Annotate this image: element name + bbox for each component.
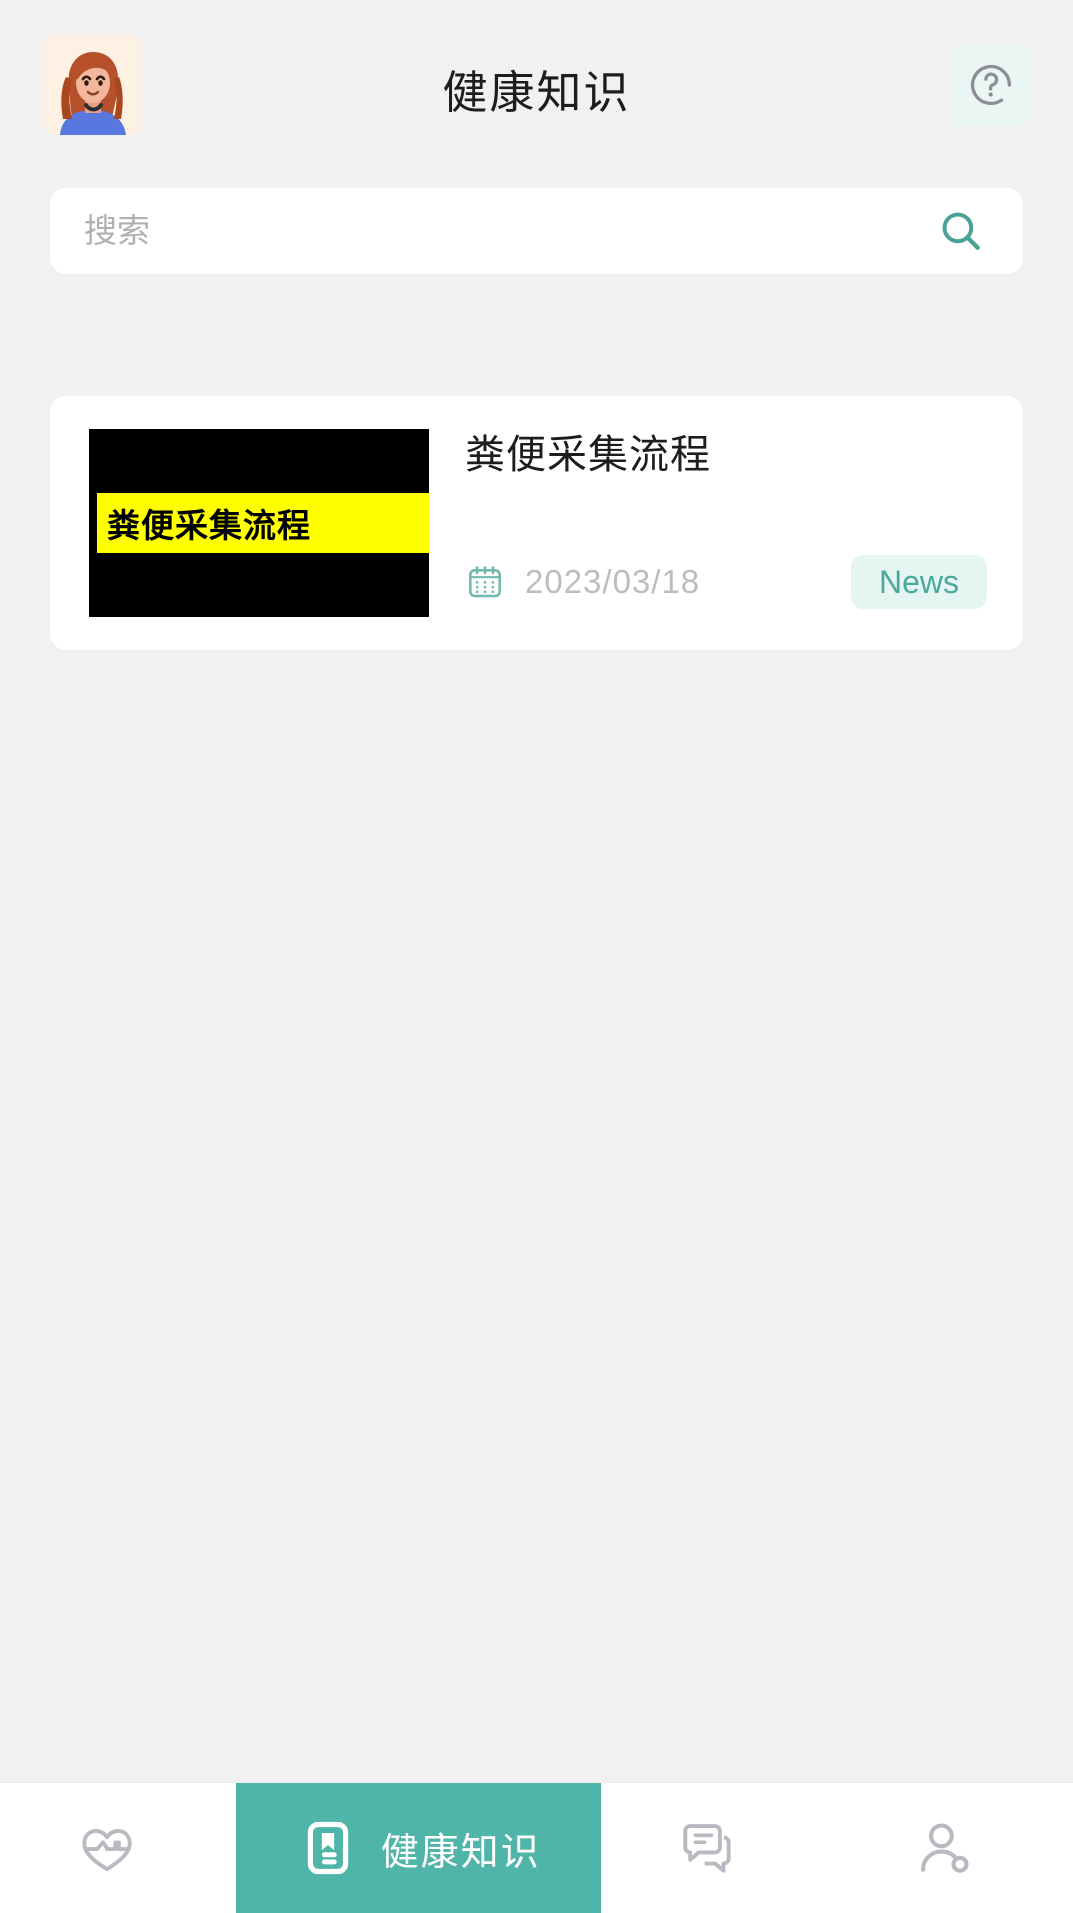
- nav-item-chat[interactable]: [601, 1783, 837, 1913]
- heart-pulse-icon: [82, 1829, 132, 1872]
- page-title: 健康知识: [442, 67, 631, 118]
- user-profile-icon: [921, 1823, 969, 1873]
- book-knowledge-icon: [307, 1821, 348, 1875]
- article-list: 粪便采集流程 粪便采集流程 2023/03/18 News: [50, 396, 1023, 650]
- bottom-navigation: 健康知识: [0, 1782, 1073, 1913]
- nav-item-knowledge[interactable]: 健康知识: [235, 1783, 602, 1913]
- article-title: 粪便采集流程: [465, 433, 711, 477]
- search-button[interactable]: [933, 203, 989, 259]
- app-header: 健康知识: [0, 0, 1073, 168]
- article-body: 粪便采集流程 2023/03/18 News: [465, 396, 993, 650]
- article-thumbnail: 粪便采集流程: [89, 429, 429, 617]
- article-meta: 2023/03/18 News: [465, 552, 993, 612]
- help-button[interactable]: [950, 44, 1032, 126]
- status-badge[interactable]: News: [850, 555, 987, 609]
- chat-bubble-icon: [683, 1824, 731, 1873]
- nav-item-health[interactable]: [0, 1783, 236, 1913]
- search-icon: [942, 212, 980, 250]
- thumbnail-text: 粪便采集流程: [107, 507, 311, 544]
- nav-item-profile[interactable]: [837, 1783, 1073, 1913]
- list-item[interactable]: 粪便采集流程 粪便采集流程 2023/03/18 News: [50, 396, 1023, 650]
- thumbnail-highlight-band: 粪便采集流程: [97, 493, 429, 553]
- nav-label-knowledge: 健康知识: [380, 1831, 541, 1874]
- article-date: 2023/03/18: [525, 563, 701, 600]
- question-circle-icon: [971, 64, 1012, 106]
- search-input[interactable]: [84, 212, 933, 250]
- search-bar[interactable]: [50, 188, 1023, 274]
- calendar-icon: [469, 566, 501, 598]
